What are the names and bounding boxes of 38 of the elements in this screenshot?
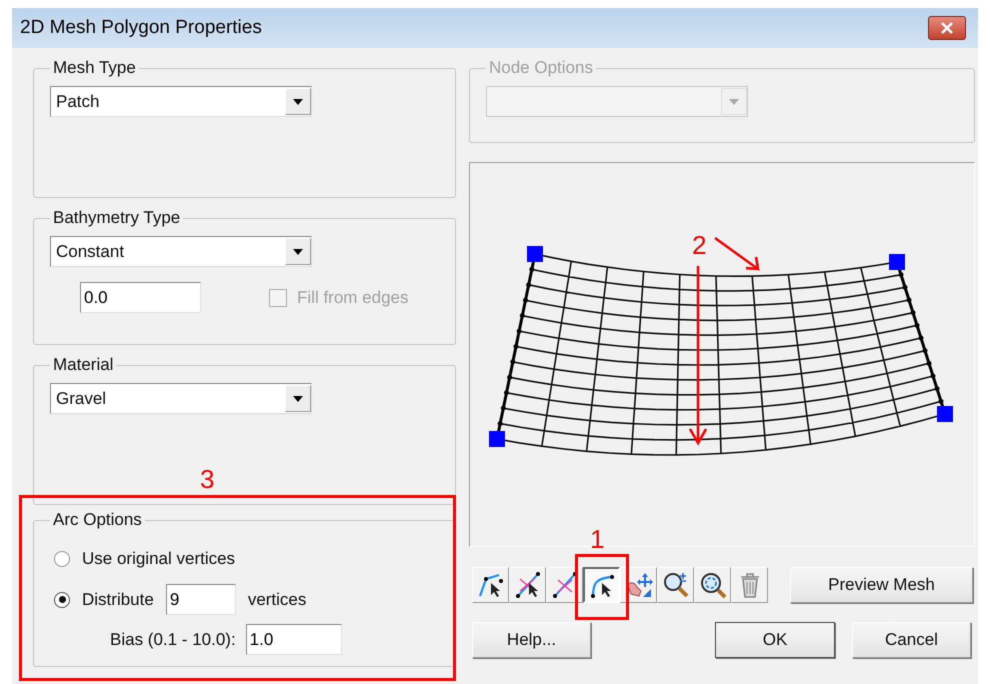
radio-indicator[interactable]	[54, 550, 70, 566]
help-button[interactable]: Help...	[472, 622, 591, 658]
highlight-frame	[575, 554, 629, 620]
tool-button[interactable]	[583, 567, 620, 603]
caret-icon	[293, 396, 303, 402]
bathymetry-type-dropdown[interactable]: Constant	[50, 236, 312, 267]
vertex-count-field[interactable]: 9	[166, 584, 236, 615]
annotation-number: 1	[590, 526, 604, 552]
annotation-number: 2	[692, 230, 706, 260]
line-cross-cursor-icon	[514, 571, 542, 599]
ok-button[interactable]: OK	[715, 622, 835, 658]
close-icon	[940, 22, 954, 34]
caret-icon	[729, 98, 739, 104]
elevation-field[interactable]: 0.0	[80, 282, 201, 313]
radio-button[interactable]: Distribute	[54, 590, 154, 610]
arc-cursor-icon	[476, 571, 504, 599]
field-label: vertices	[248, 590, 306, 610]
window-title: 2D Mesh Polygon Properties	[20, 17, 262, 39]
annotation-arrow	[714, 236, 760, 270]
close-button[interactable]	[928, 16, 966, 40]
radio-button[interactable]: Use original vertices	[54, 548, 236, 568]
group-label: Mesh Type	[52, 58, 137, 78]
radio-indicator[interactable]	[54, 592, 70, 608]
group-label: Arc Options	[52, 510, 143, 530]
caret-icon	[293, 98, 303, 104]
bias-field[interactable]: 1.0	[246, 624, 342, 655]
caret-icon	[293, 248, 303, 254]
material-dropdown[interactable]: Gravel	[50, 383, 312, 414]
cancel-button[interactable]: Cancel	[852, 622, 971, 658]
mesh-type-dropdown[interactable]: Patch	[50, 86, 312, 117]
field-label: Bias (0.1 - 10.0):	[110, 630, 236, 650]
zoom-extents-icon	[698, 571, 726, 599]
annotation-number: 3	[200, 466, 214, 492]
zoom-icon	[662, 571, 690, 599]
group-label: Material	[52, 355, 114, 375]
group-label: Node Options	[488, 58, 594, 78]
group-label: Bathymetry Type	[52, 208, 182, 228]
preview-mesh-button[interactable]: Preview Mesh	[790, 567, 973, 603]
